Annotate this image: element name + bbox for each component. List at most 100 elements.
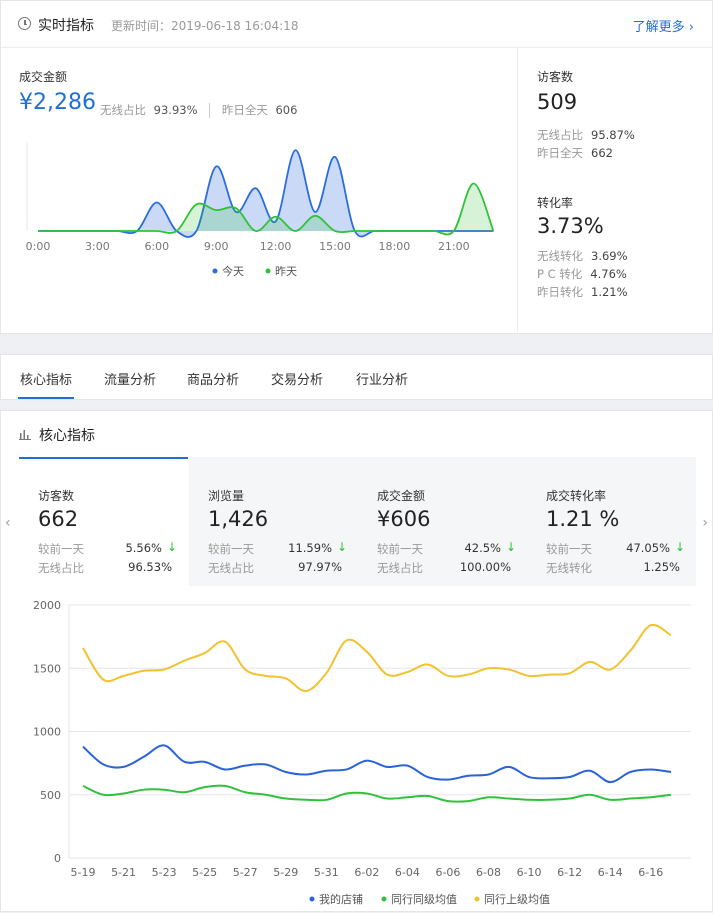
gmv-value: ¥2,286 — [19, 90, 96, 115]
metric-compare-value: 42.5% — [464, 541, 501, 555]
gmv-wireless: 无线占比 93.93% 昨日全天 606 — [100, 102, 297, 118]
visitors-yesterday-value: 662 — [591, 146, 613, 160]
x-tick-label: 5-21 — [111, 866, 136, 879]
metric-card-visitors[interactable]: 访客数 662 较前一天 5.56% ↓ 无线占比 96.53% — [19, 457, 188, 586]
metric-wireless-label: 无线占比 — [38, 561, 84, 575]
conv-row-value: 1.21% — [591, 285, 628, 299]
x-tick-label: 6-16 — [638, 866, 663, 879]
x-tick-label: 5-23 — [152, 866, 177, 879]
conversion-label: 转化率 — [537, 196, 574, 210]
realtime-side-panel: 访客数 509 无线占比 95.87% 昨日全天 662 转化率 3.73% 无线转… — [519, 48, 713, 334]
down-arrow-icon: ↓ — [166, 540, 177, 554]
x-tick-label: 6-04 — [395, 866, 420, 879]
series-line-1 — [82, 784, 672, 803]
legend-dot — [309, 896, 315, 902]
y-tick-label: 1000 — [33, 726, 61, 739]
next-arrow-icon[interactable]: › — [702, 515, 708, 531]
x-tick-label: 21:00 — [438, 240, 470, 253]
gmv-wireless-value: 93.93% — [153, 103, 198, 117]
metric-value: 662 — [38, 507, 79, 531]
x-tick-label: 3:00 — [85, 240, 110, 253]
x-tick-label: 5-19 — [71, 866, 96, 879]
update-time: 更新时间：2019-06-18 16:04:18 — [111, 19, 299, 33]
metric-value: ¥606 — [377, 507, 431, 531]
metric-compare-label: 较前一天 — [546, 542, 592, 556]
legend-label: 我的店铺 — [319, 892, 363, 906]
metric-compare-label: 较前一天 — [377, 542, 423, 556]
x-tick-label: 6-14 — [598, 866, 623, 879]
tab-core[interactable]: 核心指标 — [17, 369, 75, 399]
gmv-wireless-label: 无线占比 — [100, 103, 146, 117]
x-tick-label: 9:00 — [204, 240, 229, 253]
y-tick-label: 500 — [40, 789, 61, 802]
metric-wireless-label: 无线转化 — [546, 561, 592, 575]
metric-wireless-label: 无线占比 — [208, 561, 254, 575]
down-arrow-icon: ↓ — [505, 540, 516, 554]
core-header: 核心指标 — [1, 411, 712, 457]
trend-chart: 0 500 1000 1500 2000 5-19 5-21 5-23 5-25 5-27 5-29… — [33, 599, 691, 906]
metric-compare-label: 较前一天 — [208, 542, 254, 556]
conversion-value: 3.73% — [537, 214, 604, 238]
x-tick-label: 15:00 — [319, 240, 351, 253]
x-tick-label: 5-29 — [273, 866, 298, 879]
metric-wireless-value: 97.97% — [298, 560, 342, 574]
x-tick-label: 5-31 — [314, 866, 339, 879]
legend-dot — [265, 268, 271, 274]
legend-dot — [474, 896, 480, 902]
y-tick-label: 0 — [54, 852, 61, 865]
conv-row-label: 昨日转化 — [537, 285, 583, 299]
learn-more-link[interactable]: 了解更多 › — [633, 16, 694, 35]
conv-row-label: 无线转化 — [537, 249, 583, 263]
down-arrow-icon: ↓ — [336, 540, 347, 554]
core-title: 核心指标 — [39, 428, 95, 444]
x-tick-label: 18:00 — [379, 240, 411, 253]
conv-row-value: 3.69% — [591, 249, 628, 263]
x-tick-label: 6-10 — [517, 866, 542, 879]
metric-wireless-value: 1.25% — [643, 560, 680, 574]
metric-compare-value: 5.56% — [125, 541, 162, 555]
tab-products[interactable]: 商品分析 — [187, 369, 239, 388]
metric-compare-value: 11.59% — [288, 541, 332, 555]
analysis-tabs: 核心指标 流量分析 商品分析 交易分析 行业分析 — [0, 354, 713, 400]
core-metrics-card: 核心指标 ‹ › 访客数 662 较前一天 5.56% ↓ 无线占比 96.53… — [0, 410, 713, 912]
metric-compare-label: 较前一天 — [38, 542, 84, 556]
x-tick-label: 6-08 — [476, 866, 501, 879]
metric-card-gmv[interactable]: 成交金额 ¥606 较前一天 42.5% ↓ 无线占比 100.00% — [358, 457, 527, 586]
metric-value: 1.21 % — [546, 507, 620, 531]
metric-value: 1,426 — [208, 507, 269, 531]
gmv-label: 成交金额 — [19, 70, 68, 84]
prev-arrow-icon[interactable]: ‹ — [5, 515, 11, 531]
metric-name: 成交金额 — [377, 489, 426, 503]
metric-card-conversion[interactable]: 成交转化率 1.21 % 较前一天 47.05% ↓ 无线转化 1.25% — [527, 457, 696, 586]
visitors-yesterday-label: 昨日全天 — [537, 146, 583, 160]
conversion-details: 无线转化 3.69% P C 转化 4.76% 昨日转化 1.21% — [537, 247, 628, 301]
y-tick-label: 1500 — [33, 662, 61, 675]
x-tick-label: 6-02 — [354, 866, 379, 879]
realtime-header: 实时指标 更新时间：2019-06-18 16:04:18 了解更多 › — [1, 1, 712, 48]
legend-label: 同行上级均值 — [484, 893, 550, 906]
tab-transactions[interactable]: 交易分析 — [271, 369, 323, 388]
x-tick-label: 0:00 — [26, 240, 51, 253]
metric-name: 成交转化率 — [546, 489, 607, 503]
tab-traffic[interactable]: 流量分析 — [104, 369, 156, 388]
down-arrow-icon: ↓ — [674, 540, 685, 554]
metric-card-pageviews[interactable]: 浏览量 1,426 较前一天 11.59% ↓ 无线占比 97.97% — [189, 457, 358, 586]
metric-wireless-label: 无线占比 — [377, 561, 423, 575]
bar-chart-icon — [19, 430, 31, 440]
x-tick-label: 6:00 — [144, 240, 169, 253]
tab-industry[interactable]: 行业分析 — [356, 369, 408, 388]
x-tick-label: 6-12 — [557, 866, 582, 879]
realtime-title: 实时指标 — [38, 18, 94, 34]
legend-label: 昨天 — [275, 265, 297, 278]
x-tick-label: 5-27 — [233, 866, 258, 879]
legend-dot — [212, 268, 218, 274]
series-line-2 — [82, 623, 672, 693]
clock-icon — [18, 17, 31, 30]
metric-compare-value: 47.05% — [626, 541, 670, 555]
metric-name: 访客数 — [38, 489, 75, 503]
legend-label: 今天 — [222, 264, 244, 278]
conv-row-value: 4.76% — [590, 267, 627, 281]
y-tick-label: 2000 — [33, 599, 61, 612]
gmv-yesterday-value: 606 — [275, 103, 298, 117]
realtime-gmv-panel: 成交金额 ¥2,286 无线占比 93.93% 昨日全天 606 0:00 3:0… — [1, 48, 518, 334]
